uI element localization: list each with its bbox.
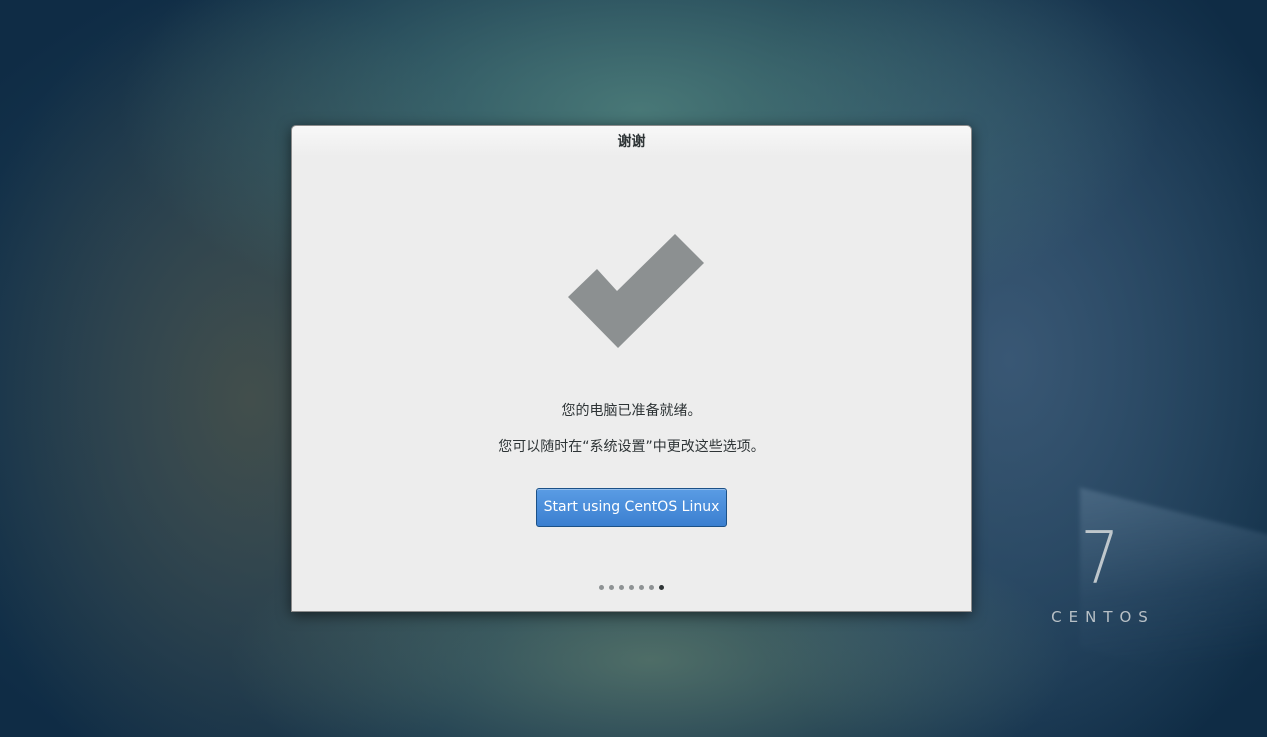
centos-branding: 7 CENTOS	[1040, 522, 1160, 628]
desktop-background: 7 CENTOS 谢谢 您的电脑已准备就绪。 您可以随时在“系统设置”中更改这些…	[0, 0, 1267, 737]
settings-hint-message: 您可以随时在“系统设置”中更改这些选项。	[498, 439, 765, 455]
dialog-titlebar: 谢谢	[292, 126, 971, 156]
page-indicator-dot	[599, 585, 604, 590]
thank-you-dialog: 谢谢 您的电脑已准备就绪。 您可以随时在“系统设置”中更改这些选项。 Start…	[291, 125, 972, 612]
page-indicator-dot	[619, 585, 624, 590]
ready-message: 您的电脑已准备就绪。	[561, 403, 702, 419]
page-indicator-dot	[609, 585, 614, 590]
page-indicator	[292, 585, 971, 590]
checkmark-icon	[568, 234, 704, 348]
page-indicator-dot	[649, 585, 654, 590]
page-indicator-dot-active	[659, 585, 664, 590]
centos-wordmark: CENTOS	[1051, 608, 1155, 626]
dialog-title: 谢谢	[617, 134, 646, 150]
page-indicator-dot	[639, 585, 644, 590]
page-indicator-dot	[629, 585, 634, 590]
start-using-button[interactable]: Start using CentOS Linux	[536, 488, 727, 527]
centos-version-number: 7	[1080, 516, 1120, 600]
